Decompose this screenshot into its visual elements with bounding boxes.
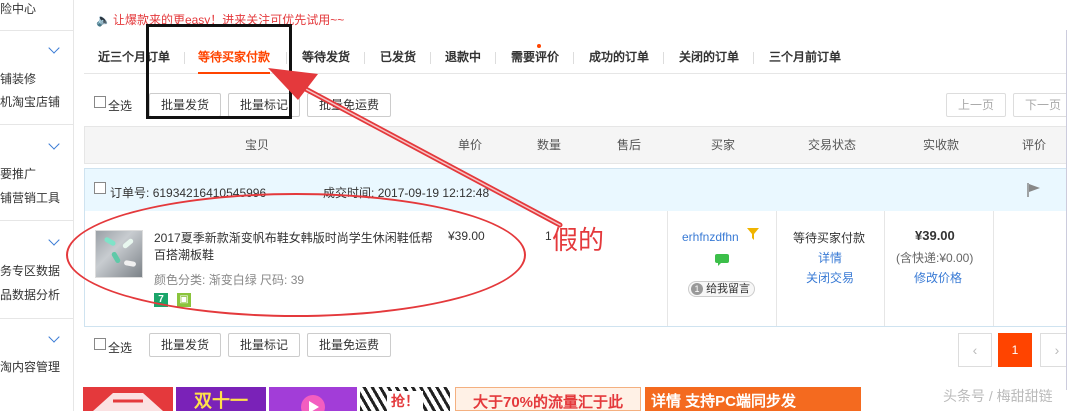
divider — [993, 211, 994, 326]
prev-page-button[interactable]: 上一页 — [946, 93, 1006, 117]
speaker-icon: 🔈 — [96, 13, 111, 27]
sidebar-item-promotion[interactable]: 要推广 — [0, 165, 36, 182]
divider — [0, 30, 74, 31]
batch-free-shipping-button[interactable]: 批量免运费 — [307, 93, 391, 117]
watermark: 头条号 / 梅甜甜链 — [943, 388, 1053, 404]
chevron-down-icon[interactable] — [48, 138, 60, 150]
chevron-down-icon[interactable] — [48, 234, 60, 246]
batch-mark-button-bottom[interactable]: 批量标记 — [228, 333, 300, 357]
message-icon: 1 — [691, 283, 703, 296]
close-trade-link[interactable]: 关闭交易 — [806, 269, 854, 286]
divider — [430, 52, 431, 64]
sidebar-item-content-management[interactable]: 淘内容管理 — [0, 358, 60, 375]
buyer-name[interactable]: erhfnzdfhn — [682, 230, 739, 244]
batch-free-shipping-button-bottom[interactable]: 批量免运费 — [307, 333, 391, 357]
sidebar-item-insurance[interactable]: 险中心 — [0, 0, 36, 17]
sidebar-item-service-data[interactable]: 务专区数据 — [0, 262, 60, 279]
modify-price-link[interactable]: 修改价格 — [914, 269, 962, 286]
left-sidebar: 险中心 铺装修 机淘宝店铺 要推广 铺营销工具 务专区数据 品数据分析 淘内容管… — [0, 0, 74, 411]
tab-refunding[interactable]: 退款中 — [445, 42, 481, 74]
chevron-down-icon[interactable] — [48, 331, 60, 343]
ad-banner-6[interactable]: 详情 支持PC端同步发 — [645, 387, 861, 411]
leave-message-button[interactable]: 1 给我留言 — [688, 281, 756, 297]
batch-ship-button-bottom[interactable]: 批量发货 — [149, 333, 221, 357]
divider — [776, 211, 777, 326]
divider — [0, 318, 74, 319]
tab-successful-orders[interactable]: 成功的订单 — [589, 42, 649, 74]
ad-banner-4[interactable]: 抢！ — [360, 387, 450, 411]
trade-status: 等待买家付款 — [793, 231, 866, 245]
tab-shipped[interactable]: 已发货 — [380, 42, 416, 74]
tab-older-orders[interactable]: 三个月前订单 — [769, 42, 841, 74]
divider — [364, 52, 365, 64]
divider — [0, 220, 74, 221]
sidebar-item-product-analysis[interactable]: 品数据分析 — [0, 286, 60, 303]
col-quantity: 数量 — [536, 138, 562, 152]
annotation-ellipse — [66, 193, 526, 317]
shipping-note: (含快递:¥0.00) — [896, 251, 974, 265]
screen: 险中心 铺装修 机淘宝店铺 要推广 铺营销工具 务专区数据 品数据分析 淘内容管… — [0, 0, 1077, 411]
order-checkbox[interactable] — [94, 182, 106, 194]
order-time-value: 2017-09-19 12:12:48 — [377, 186, 490, 200]
leave-message-label: 给我留言 — [706, 283, 751, 295]
tab-awaiting-shipment[interactable]: 等待发货 — [302, 42, 350, 74]
annotation-highlight-box — [146, 24, 292, 119]
ad-banner-2[interactable]: 双十一 — [176, 387, 266, 411]
divider — [753, 52, 754, 64]
ad-banner-1[interactable] — [83, 387, 173, 411]
annotation-fake-label: 假的 — [552, 226, 605, 256]
col-buyer: 买家 — [710, 138, 736, 152]
col-unit-price: 单价 — [457, 138, 483, 152]
divider — [667, 211, 668, 326]
divider — [0, 124, 74, 125]
chat-icon[interactable] — [715, 254, 729, 269]
divider — [573, 52, 574, 64]
right-panel-edge — [1066, 30, 1077, 390]
sidebar-item-mobile-shop[interactable]: 机淘宝店铺 — [0, 93, 60, 110]
col-status: 交易状态 — [807, 138, 857, 152]
divider — [884, 211, 885, 326]
ad-banner-3[interactable] — [269, 387, 357, 411]
order-number-label: 订单号: — [110, 186, 150, 200]
tab-needs-review[interactable]: 需要评价 — [511, 42, 559, 74]
total-amount: ¥39.00 — [915, 228, 955, 243]
col-review: 评价 — [1021, 138, 1047, 152]
ad-banner-4-text: 抢！ — [387, 391, 423, 411]
details-link[interactable]: 详情 — [818, 249, 842, 266]
pagination-prev[interactable]: ‹ — [958, 333, 992, 367]
tab-closed-orders[interactable]: 关闭的订单 — [679, 42, 739, 74]
col-after-sales: 售后 — [616, 138, 642, 152]
col-amount: 实收款 — [922, 138, 960, 152]
next-page-button[interactable]: 下一页 — [1013, 93, 1073, 117]
flag-icon[interactable] — [1026, 182, 1042, 201]
ad-banner-5[interactable]: 大于70%的流量汇于此 — [455, 387, 641, 411]
notification-dot — [537, 44, 541, 48]
quantity: 1 — [545, 229, 552, 243]
divider — [495, 52, 496, 64]
chevron-down-icon[interactable] — [48, 42, 60, 54]
pagination-current[interactable]: 1 — [998, 333, 1032, 367]
select-all-label[interactable]: 全选 — [108, 97, 132, 114]
table-header: 宝贝 单价 数量 售后 买家 交易状态 实收款 评价 — [84, 126, 1074, 164]
filter-icon[interactable] — [747, 228, 759, 243]
select-all-checkbox[interactable] — [94, 96, 106, 108]
select-all-label-bottom[interactable]: 全选 — [108, 339, 132, 356]
sidebar-item-marketing-tools[interactable]: 铺营销工具 — [0, 189, 60, 206]
sidebar-item-shop-decoration[interactable]: 铺装修 — [0, 70, 36, 87]
divider — [663, 52, 664, 64]
col-item: 宝贝 — [244, 138, 270, 152]
select-all-checkbox-bottom[interactable] — [94, 338, 106, 350]
